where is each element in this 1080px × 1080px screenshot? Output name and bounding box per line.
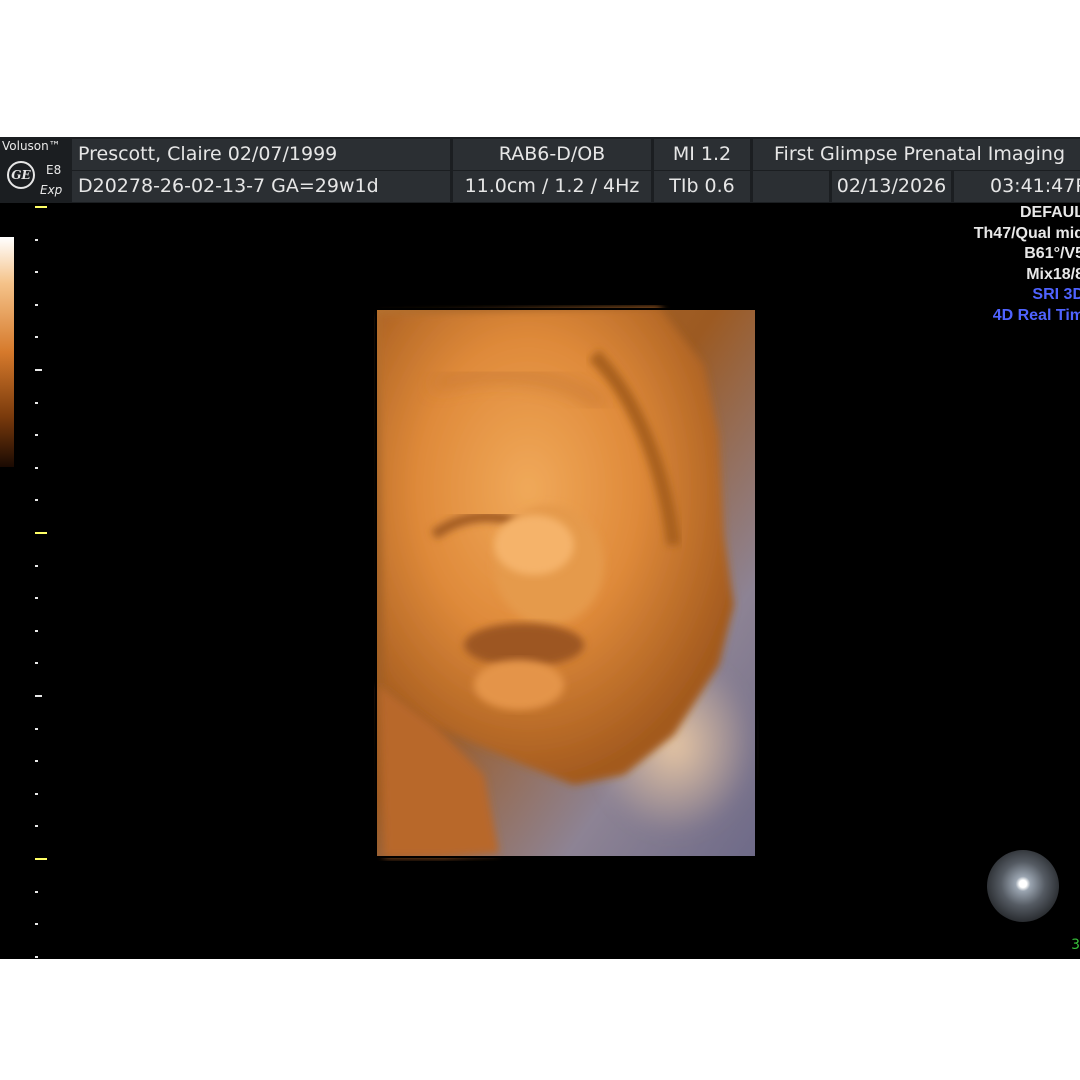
depth-tick bbox=[35, 499, 38, 502]
variant-label: Exp bbox=[40, 183, 63, 197]
depth-tick bbox=[35, 792, 38, 795]
ultrasound-screen: Voluson™ GE E8 Exp Prescott, Claire 02/0… bbox=[0, 137, 1080, 959]
header-bar: Voluson™ GE E8 Exp Prescott, Claire 02/0… bbox=[0, 137, 1080, 203]
angle-label: B61°/V5 bbox=[1024, 245, 1080, 262]
sri-label: SRI 3D bbox=[1032, 286, 1080, 303]
patient-info: Prescott, Claire 02/07/1999 bbox=[72, 139, 450, 170]
depth-tick bbox=[35, 401, 38, 404]
depth-tick bbox=[35, 206, 47, 208]
mode-label: 4D Real Tim bbox=[992, 306, 1080, 324]
imaging-settings: DEFAUL Th47/Qual mid B61°/V5 Mix18/8 SRI… bbox=[974, 203, 1080, 326]
depth-tick bbox=[35, 271, 38, 274]
model-label: E8 bbox=[46, 163, 62, 177]
probe-preset: RAB6-D/OB bbox=[453, 139, 651, 170]
mix-label: Mix18/8 bbox=[1026, 265, 1080, 283]
header-blank-cell bbox=[753, 171, 829, 202]
fetal-face-3d-render bbox=[375, 307, 757, 858]
exam-date: 02/13/2026 bbox=[832, 171, 951, 202]
quality-label: Th47/Qual mid bbox=[973, 224, 1080, 242]
depth-tick bbox=[35, 564, 38, 567]
color-map-scale bbox=[0, 237, 14, 467]
depth-tick bbox=[35, 890, 38, 893]
depth-tick bbox=[35, 760, 38, 763]
tib-value: TIb 0.6 bbox=[654, 171, 750, 202]
corner-label: 3 bbox=[1071, 937, 1080, 953]
depth-tick bbox=[35, 434, 38, 437]
depth-tick bbox=[35, 303, 38, 306]
facility-name: First Glimpse Prenatal Imaging bbox=[753, 139, 1080, 170]
device-logo: Voluson™ GE E8 Exp bbox=[0, 137, 70, 203]
depth-tick bbox=[35, 955, 38, 958]
brand-label: Voluson™ bbox=[2, 139, 61, 153]
depth-tick bbox=[35, 695, 42, 697]
depth-tick bbox=[35, 597, 38, 600]
depth-tick bbox=[35, 336, 38, 339]
depth-tick bbox=[35, 532, 47, 534]
light-source-sphere-icon[interactable] bbox=[987, 850, 1059, 922]
ge-logo-icon: GE bbox=[7, 161, 35, 189]
depth-tick bbox=[35, 923, 38, 926]
depth-tick bbox=[35, 369, 42, 371]
depth-tick bbox=[35, 662, 38, 665]
preset-label: DEFAUL bbox=[1020, 204, 1080, 221]
depth-tick bbox=[35, 825, 38, 828]
depth-tick bbox=[35, 629, 38, 632]
mi-value: MI 1.2 bbox=[654, 139, 750, 170]
depth-tick bbox=[35, 858, 47, 860]
exam-id: D20278-26-02-13-7 GA=29w1d bbox=[72, 171, 450, 202]
exam-time: 03:41:47P bbox=[954, 171, 1080, 202]
depth-tick bbox=[35, 466, 38, 469]
depth-frequency: 11.0cm / 1.2 / 4Hz bbox=[453, 171, 651, 202]
depth-tick bbox=[35, 238, 38, 241]
depth-tick bbox=[35, 727, 38, 730]
